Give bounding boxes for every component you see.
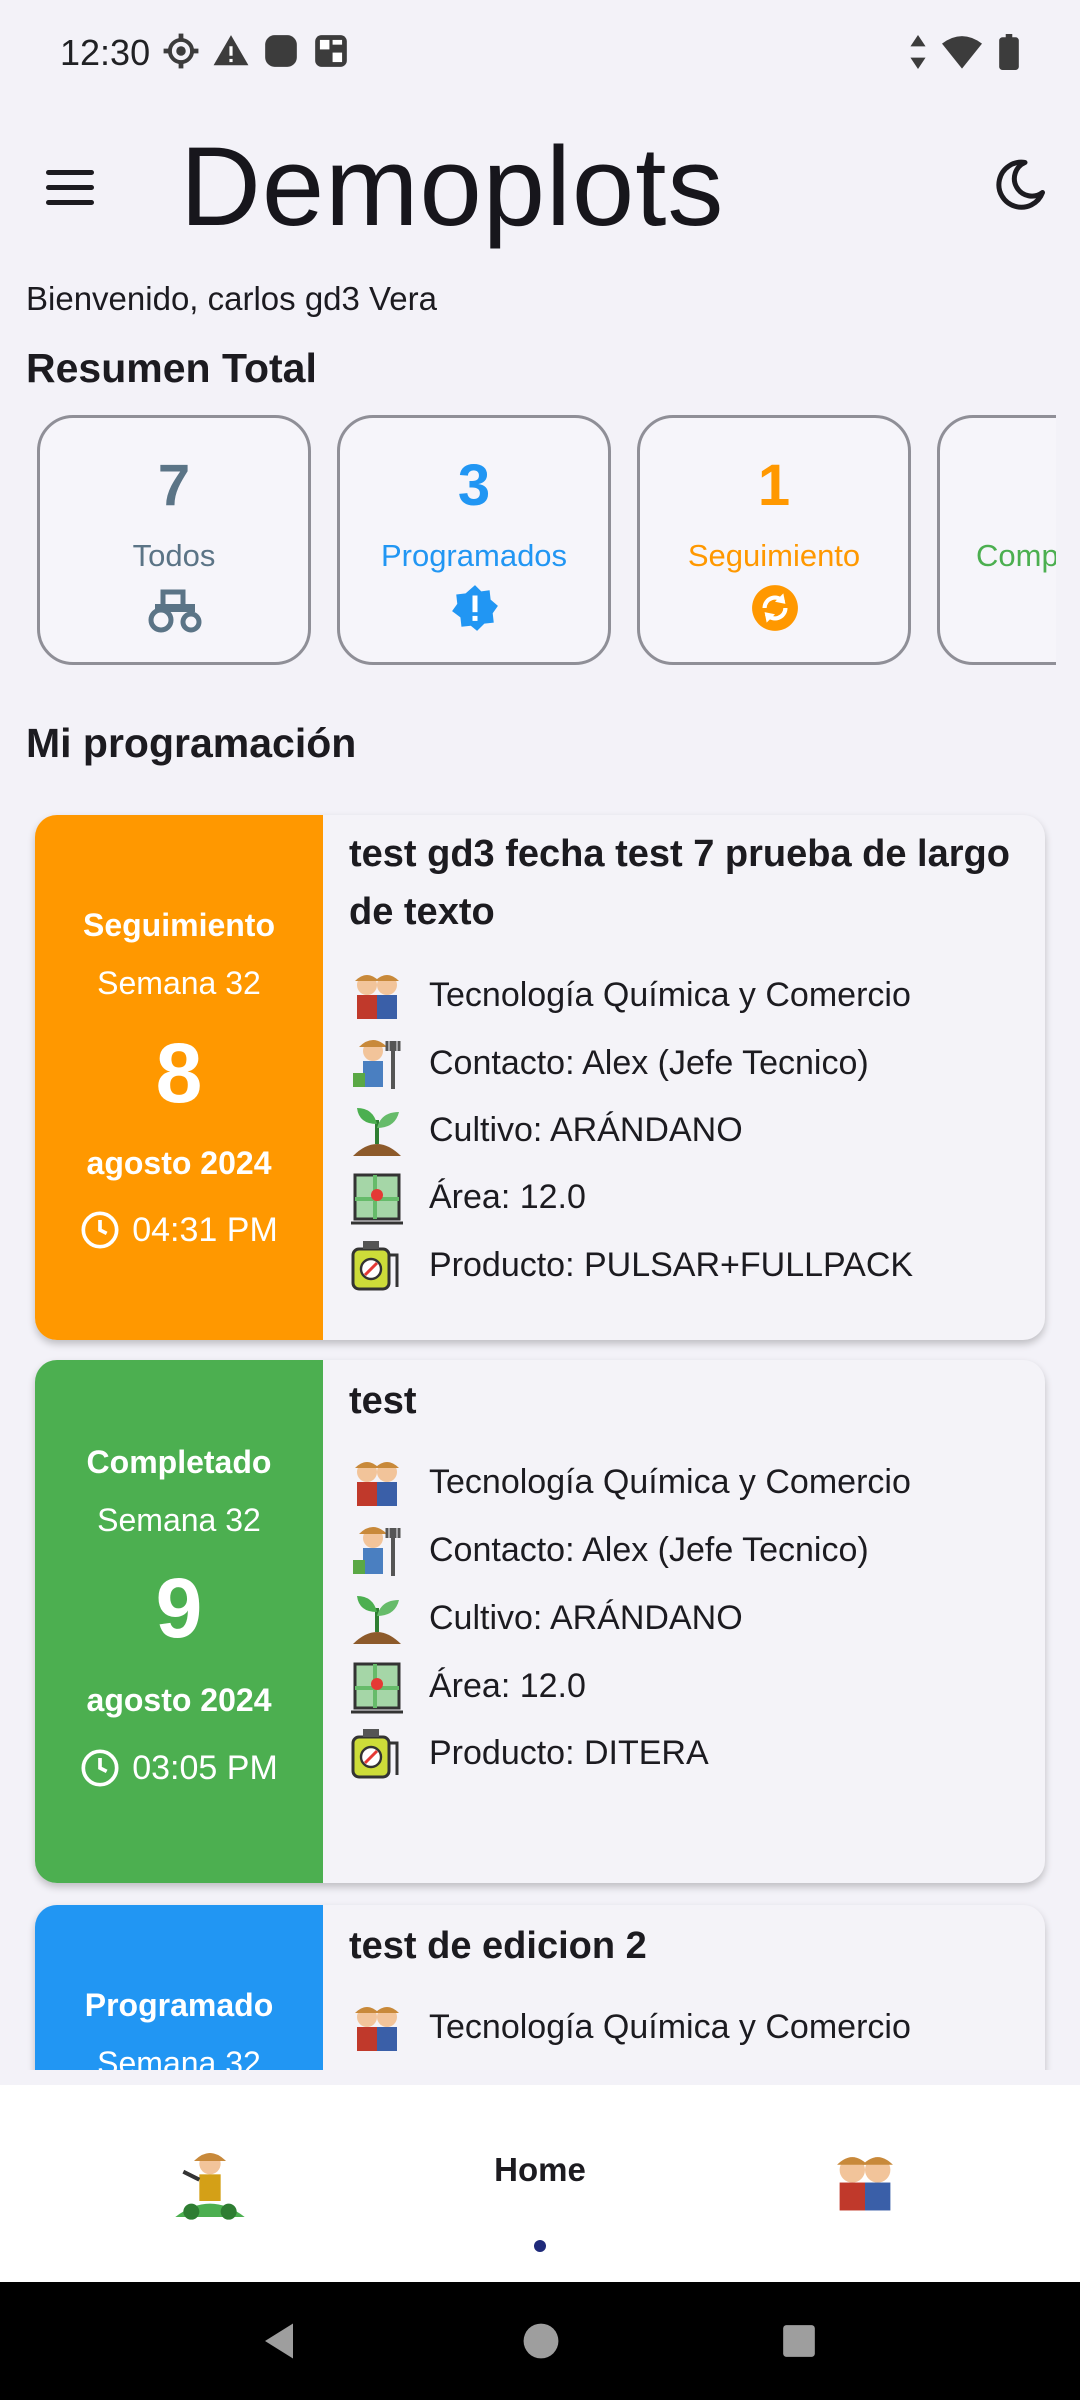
summary-title: Resumen Total (26, 345, 317, 391)
alert-badge-icon (452, 585, 498, 631)
summary-label: Seguimiento (687, 538, 861, 573)
menu-button[interactable] (40, 160, 100, 220)
card-company-row: Tecnología Química y Comercio (347, 965, 911, 1025)
card-time-row: 03:05 PM (35, 1748, 323, 1788)
card-week: Semana 32 (97, 965, 261, 1001)
schedule-title: Mi programación (26, 720, 357, 766)
bottom-navigation: Home (0, 2085, 1080, 2282)
summary-card-seguimiento[interactable]: 1 Seguimiento (637, 415, 911, 665)
wifi-icon (942, 36, 982, 69)
card-date-panel: Seguimiento Semana 32 8 agosto 2024 04:3… (35, 815, 323, 1340)
summary-count: 3 (457, 453, 491, 518)
card-title: test de edicion 2 (349, 1925, 647, 1967)
nav-active-indicator (534, 2240, 546, 2252)
schedule-card[interactable]: Programado Semana 32 test de edicion 2 T… (35, 1905, 1045, 2070)
card-product-row: Producto: PULSAR+FULLPACK (347, 1235, 913, 1295)
summary-card-programados[interactable]: 3 Programados (337, 415, 611, 665)
home-icon[interactable] (522, 2322, 560, 2360)
status-time: 12:30 (60, 32, 151, 73)
status-system-icons (910, 34, 1020, 70)
card-month: agosto 2024 (86, 1682, 272, 1718)
summary-label: Todos (132, 538, 216, 573)
card-month: agosto 2024 (86, 1145, 272, 1181)
status-bar: 12:30 (0, 0, 1080, 110)
schedule-list[interactable]: Seguimiento Semana 32 8 agosto 2024 04:3… (0, 810, 1080, 2070)
clock-icon (81, 1211, 119, 1249)
card-date-panel: Programado Semana 32 (35, 1905, 323, 2070)
status-notification-icons (162, 32, 350, 70)
nav-home[interactable]: Home (360, 2085, 720, 2282)
schedule-card[interactable]: Completado Semana 32 9 agosto 2024 03:05… (35, 1360, 1045, 1883)
menu-icon (46, 170, 94, 175)
sprayer-icon (351, 1729, 399, 1779)
moon-icon (996, 159, 1045, 210)
card-company-row: Tecnología Química y Comercio (347, 1997, 911, 2057)
dark-mode-toggle[interactable] (990, 155, 1050, 215)
card-title: test (349, 1380, 417, 1422)
grid-app-icon (315, 35, 347, 67)
card-date-panel: Completado Semana 32 9 agosto 2024 03:05… (35, 1360, 323, 1883)
nav-fieldwork[interactable] (30, 2085, 390, 2282)
clock-icon (81, 1749, 119, 1787)
sprout-icon (353, 1596, 401, 1644)
summary-carousel[interactable]: 7 Todos 3 Programados 1 Seguimiento Comp (37, 415, 1056, 665)
farmers-icon (355, 2007, 399, 2051)
battery-icon (999, 34, 1019, 70)
card-area-row: Área: 12.0 (347, 1167, 586, 1227)
back-icon[interactable] (258, 2320, 300, 2362)
welcome-text: Bienvenido, carlos gd3 Vera (26, 280, 437, 317)
schedule-card[interactable]: Seguimiento Semana 32 8 agosto 2024 04:3… (35, 815, 1045, 1340)
card-time: 03:05 PM (132, 1748, 278, 1787)
card-week: Semana 32 (97, 1502, 261, 1538)
farmers-icon (355, 1462, 399, 1506)
farmers-icon (837, 2157, 893, 2211)
app-notification-icon (265, 35, 297, 67)
sync-icon (752, 585, 798, 631)
map-area-icon (351, 1173, 403, 1225)
summary-card-todos[interactable]: 7 Todos (37, 415, 311, 665)
card-crop-row: Cultivo: ARÁNDANO (347, 1100, 743, 1160)
settings-icon (163, 33, 199, 69)
tractor-icon (148, 589, 202, 633)
summary-card-completados[interactable]: Comp (937, 415, 1056, 665)
nav-team[interactable] (690, 2085, 1050, 2282)
app-title: Demoplots (180, 124, 725, 249)
card-status: Completado (86, 1444, 272, 1480)
card-contact-row: Contacto: Alex (Jefe Tecnico) (347, 1520, 869, 1580)
summary-label: Programados (380, 538, 568, 573)
card-day: 8 (155, 1026, 203, 1120)
sprayer-icon (351, 1241, 399, 1291)
card-area-row: Área: 12.0 (347, 1656, 586, 1716)
summary-count: 7 (157, 453, 191, 518)
map-area-icon (351, 1662, 403, 1714)
summary-label: Comp (976, 538, 1056, 573)
card-status: Seguimiento (82, 907, 275, 943)
data-arrows-icon (910, 35, 926, 69)
farmer-pitchfork-icon (353, 1040, 401, 1089)
card-title: test gd3 fecha test 7 prueba de largo de… (349, 833, 1010, 933)
sprout-icon (353, 1108, 401, 1156)
recents-icon[interactable] (780, 2322, 818, 2360)
card-contact-row: Contacto: Alex (Jefe Tecnico) (347, 1033, 869, 1093)
farmers-icon (355, 975, 399, 1019)
card-status: Programado (84, 1987, 274, 2023)
card-product-row: Producto: DITERA (347, 1723, 709, 1783)
warning-icon (213, 35, 249, 66)
card-company-row: Tecnología Química y Comercio (347, 1452, 911, 1512)
farmer-spraying-icon (175, 2153, 245, 2220)
card-crop-row: Cultivo: ARÁNDANO (347, 1588, 743, 1648)
farmer-pitchfork-icon (353, 1527, 401, 1576)
card-day: 9 (155, 1561, 203, 1655)
card-time: 04:31 PM (132, 1210, 278, 1249)
nav-home-label: Home (494, 2151, 586, 2188)
summary-count: 1 (757, 453, 791, 518)
card-week: Semana 32 (97, 2045, 261, 2070)
system-navigation-bar (0, 2282, 1080, 2400)
app-bar: Demoplots (0, 110, 1080, 260)
card-time-row: 04:31 PM (35, 1210, 323, 1250)
